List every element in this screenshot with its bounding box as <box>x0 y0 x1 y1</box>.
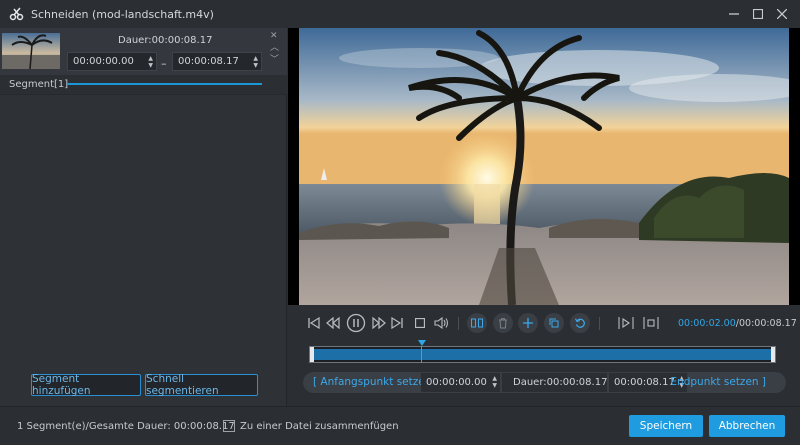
set-end-button[interactable]: Endpunkt setzen ] <box>670 376 766 388</box>
chevron-down-icon[interactable]: ▼ <box>253 62 258 69</box>
plus-icon <box>523 318 533 328</box>
playback-controls: 00:00:02.00/00:00:08.17 <box>288 305 800 341</box>
playhead-line <box>421 346 422 363</box>
chevron-up-icon[interactable]: ▲ <box>253 55 258 62</box>
video-preview <box>288 28 800 305</box>
start-stepper[interactable]: ▲ ▼ <box>148 55 153 69</box>
stop-icon <box>415 318 425 328</box>
segment-start-value: 00:00:00.00 <box>73 56 134 67</box>
video-frame[interactable] <box>299 28 789 305</box>
trash-icon <box>499 317 507 328</box>
frame-icon <box>643 317 659 329</box>
play-selection-icon <box>618 317 634 329</box>
split-icon <box>471 318 483 328</box>
current-time: 00:00:02.00 <box>678 318 736 329</box>
crop-frame-button[interactable] <box>642 314 660 332</box>
segment-end-field[interactable]: 00:00:08.17 ▲ ▼ <box>172 52 262 71</box>
next-frame-button[interactable] <box>370 314 388 332</box>
rewind-icon <box>326 317 340 329</box>
skip-end-icon <box>391 317 403 329</box>
segment-range-bar <box>67 83 262 85</box>
skip-to-end-button[interactable] <box>388 314 406 332</box>
set-start-button[interactable]: [ Anfangspunkt setzen <box>313 376 431 388</box>
time-readout: 00:00:02.00/00:00:08.17 <box>678 318 797 329</box>
delete-button[interactable] <box>493 313 513 333</box>
range-dash: – <box>161 57 167 70</box>
end-stepper[interactable]: ▲ ▼ <box>253 55 258 69</box>
segment-actions: ✕ ︿ ﹀ <box>270 32 279 65</box>
delete-segment-icon[interactable]: ✕ <box>270 32 279 41</box>
split-button[interactable] <box>467 313 487 333</box>
timeline-start-handle[interactable] <box>310 347 314 362</box>
volume-button[interactable] <box>433 314 451 332</box>
trim-end-value: 00:00:08.17 <box>614 377 675 388</box>
segment-row[interactable]: Dauer:00:00:08.17 00:00:00.00 ▲ ▼ – 00:0… <box>0 28 287 75</box>
timeline-selection <box>314 349 771 360</box>
chevron-down-icon[interactable]: ▼ <box>148 62 153 69</box>
segment-end-value: 00:00:08.17 <box>178 56 239 67</box>
minimize-icon <box>729 13 739 15</box>
quick-split-button[interactable]: Schnell segmentieren <box>145 373 258 397</box>
copy-icon <box>549 318 559 328</box>
segment-duration: Dauer:00:00:08.17 <box>118 35 213 46</box>
play-selection-button[interactable] <box>617 314 635 332</box>
fast-forward-icon <box>372 317 386 329</box>
total-time: /00:00:08.17 <box>735 318 797 329</box>
move-down-icon[interactable]: ﹀ <box>270 56 279 65</box>
close-icon <box>777 9 787 19</box>
chevron-up-icon[interactable]: ▲ <box>492 375 497 382</box>
chevron-up-icon[interactable]: ▲ <box>148 55 153 62</box>
merge-label[interactable]: Zu einer Datei zusammenfügen <box>240 421 399 432</box>
save-button[interactable]: Speichern <box>629 415 703 437</box>
pause-button[interactable] <box>346 313 366 333</box>
timeline-track[interactable] <box>309 346 776 363</box>
maximize-button[interactable] <box>750 6 766 22</box>
segment-summary: 1 Segment(e)/Gesamte Dauer: 00:00:08.17 <box>17 421 235 432</box>
trim-controls: [ Anfangspunkt setzen 00:00:00.00 ▲ ▼ Da… <box>303 372 786 393</box>
skip-start-icon <box>308 317 320 329</box>
title-bar: Schneiden (mod-landschaft.m4v) <box>0 0 800 28</box>
add-segment-button[interactable]: Segment hinzufügen <box>31 373 141 397</box>
separator <box>458 317 459 330</box>
copy-button[interactable] <box>544 313 564 333</box>
stop-button[interactable] <box>411 314 429 332</box>
segment-label-row: Segment[1] <box>0 75 287 95</box>
trim-start-stepper[interactable]: ▲ ▼ <box>492 375 497 389</box>
trim-duration-value: Dauer:00:00:08.17 <box>513 377 608 388</box>
add-button[interactable] <box>518 313 538 333</box>
skip-to-start-button[interactable] <box>305 314 323 332</box>
segment-start-field[interactable]: 00:00:00.00 ▲ ▼ <box>67 52 157 71</box>
cancel-button[interactable]: Abbrechen <box>709 415 785 437</box>
segment-label: Segment[1] <box>9 79 69 90</box>
move-up-icon[interactable]: ︿ <box>270 44 279 53</box>
window-title: Schneiden (mod-landschaft.m4v) <box>31 7 214 21</box>
trim-start-field[interactable]: 00:00:00.00 ▲ ▼ <box>421 373 500 392</box>
previous-frame-button[interactable] <box>324 314 342 332</box>
merge-checkbox[interactable] <box>223 420 235 432</box>
trim-start-value: 00:00:00.00 <box>426 377 487 388</box>
close-button[interactable] <box>774 6 790 22</box>
reset-button[interactable] <box>570 313 590 333</box>
separator <box>599 317 600 330</box>
reset-icon <box>574 318 585 328</box>
volume-icon <box>434 317 449 329</box>
timeline-end-handle[interactable] <box>771 347 775 362</box>
minimize-button[interactable] <box>726 6 742 22</box>
pause-icon <box>346 313 366 333</box>
scissors-logo-icon <box>9 6 25 22</box>
chevron-down-icon[interactable]: ▼ <box>492 382 497 389</box>
maximize-icon <box>753 9 763 19</box>
segment-panel: Dauer:00:00:08.17 00:00:00.00 ▲ ▼ – 00:0… <box>0 28 287 406</box>
segment-thumbnail <box>2 33 60 69</box>
trim-duration: Dauer:00:00:08.17 <box>502 373 607 392</box>
footer: 1 Segment(e)/Gesamte Dauer: 00:00:08.17 … <box>0 406 800 445</box>
